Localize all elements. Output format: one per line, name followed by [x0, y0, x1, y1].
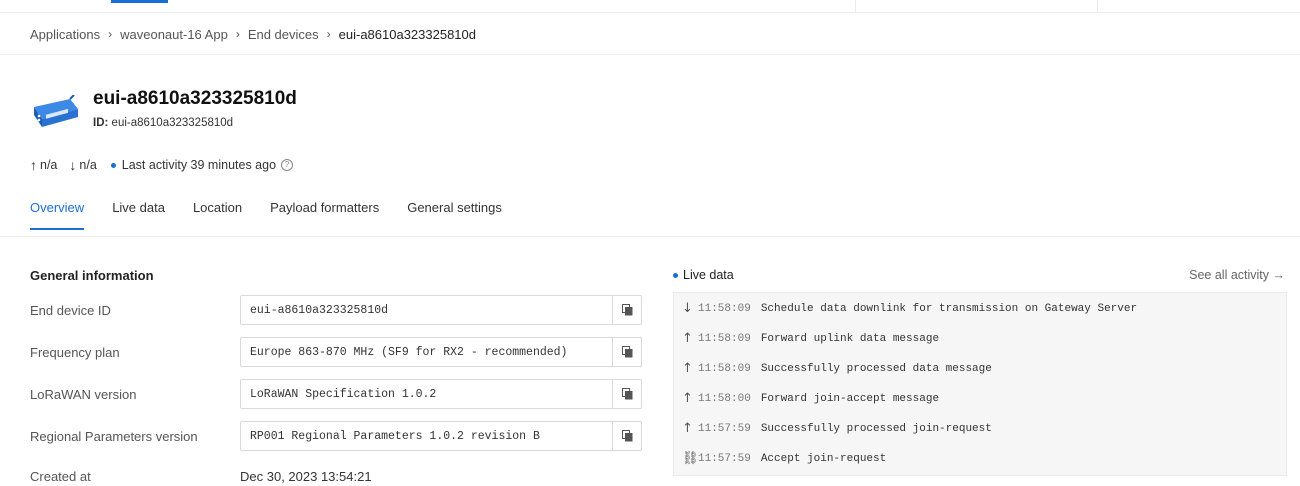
- device-icon: [34, 95, 78, 127]
- copy-icon: [621, 430, 632, 442]
- copy-button[interactable]: [612, 422, 641, 450]
- event-time: 11:57:59: [698, 452, 751, 465]
- chevron-right-icon: ›: [326, 27, 331, 41]
- breadcrumb-applications[interactable]: Applications: [30, 27, 100, 42]
- arrow-up-icon: ↑: [682, 331, 693, 346]
- field-label: End device ID: [30, 302, 111, 318]
- uplink-count: n/a: [40, 158, 58, 172]
- tab-general-settings[interactable]: General settings: [407, 200, 502, 228]
- copy-button[interactable]: [612, 296, 641, 324]
- field-label: Created at: [30, 468, 91, 484]
- field-value[interactable]: eui-a8610a323325810d: [241, 304, 612, 317]
- tab-overview[interactable]: Overview: [30, 200, 85, 230]
- event-time: 11:57:59: [698, 422, 751, 435]
- event-message: Accept join-request: [760, 452, 887, 465]
- top-nav-bar: [0, 0, 1300, 13]
- breadcrumb-current-device: eui-a8610a323325810d: [338, 26, 476, 42]
- general-information-heading: General information: [30, 268, 154, 283]
- breadcrumb-app[interactable]: waveonaut-16 App: [120, 27, 228, 42]
- event-message: Forward join-accept message: [760, 392, 940, 405]
- downlink-count: n/a: [79, 158, 97, 172]
- link-icon: ⛓: [682, 451, 699, 466]
- regional-parameters-version-field: RP001 Regional Parameters 1.0.2 revision…: [240, 421, 642, 451]
- field-value[interactable]: Europe 863-870 MHz (SF9 for RX2 - recomm…: [241, 346, 612, 359]
- status-dot-icon: [673, 272, 678, 278]
- field-row-lorawan-version: LoRaWAN version LoRaWAN Specification 1.…: [30, 379, 642, 409]
- event-time: 11:58:09: [698, 362, 751, 375]
- event-row[interactable]: ↑ 11:58:09 Successfully processed data m…: [682, 361, 992, 376]
- device-stats: ↑ n/a ↓ n/a Last activity 39 minutes ago…: [30, 157, 305, 173]
- tab-payload-formatters[interactable]: Payload formatters: [270, 200, 379, 228]
- field-label: Frequency plan: [30, 344, 120, 360]
- live-data-panel: ↓ 11:58:09 Schedule data downlink for tr…: [673, 292, 1287, 476]
- event-message: Successfully processed data message: [760, 362, 992, 375]
- field-row-regional-parameters-version: Regional Parameters version RP001 Region…: [30, 421, 642, 451]
- tabs-divider: [0, 236, 1300, 237]
- uplink-stat: ↑ n/a: [30, 157, 57, 173]
- event-row[interactable]: ↓ 11:58:09 Schedule data downlink for tr…: [682, 301, 1137, 316]
- breadcrumb: Applications › waveonaut-16 App › End de…: [30, 25, 476, 43]
- device-id-value: eui-a8610a323325810d: [111, 117, 234, 129]
- see-all-activity-link[interactable]: See all activity →: [1189, 268, 1285, 282]
- event-time: 11:58:09: [698, 332, 751, 345]
- field-value[interactable]: LoRaWAN Specification 1.0.2: [241, 388, 612, 401]
- copy-icon: [621, 388, 632, 400]
- event-message: Schedule data downlink for transmission …: [760, 302, 1138, 315]
- tab-location[interactable]: Location: [193, 200, 242, 228]
- arrow-up-icon: ↑: [682, 361, 693, 376]
- last-activity: Last activity 39 minutes ago ?: [109, 158, 294, 172]
- field-row-frequency-plan: Frequency plan Europe 863-870 MHz (SF9 f…: [30, 337, 642, 367]
- event-message: Forward uplink data message: [760, 332, 940, 345]
- top-nav-separator: [855, 0, 856, 12]
- event-row[interactable]: ↑ 11:58:09 Forward uplink data message: [682, 331, 939, 346]
- device-id-label: ID:: [93, 117, 109, 129]
- tab-bar: Overview Live data Location Payload form…: [30, 200, 530, 230]
- copy-icon: [621, 304, 632, 316]
- event-time: 11:58:09: [698, 302, 751, 315]
- field-label: Regional Parameters version: [30, 428, 198, 444]
- last-activity-text: Last activity 39 minutes ago: [121, 158, 277, 172]
- header-divider: [0, 54, 1300, 55]
- help-icon[interactable]: ?: [281, 159, 294, 171]
- field-row-created-at: Created at Dec 30, 2023 13:54:21: [30, 466, 642, 486]
- page-title: eui-a8610a323325810d: [93, 88, 297, 109]
- copy-button[interactable]: [612, 380, 641, 408]
- live-data-title: Live data: [673, 268, 734, 282]
- field-label: LoRaWAN version: [30, 386, 137, 402]
- event-row[interactable]: ⛓ 11:57:59 Accept join-request: [682, 451, 886, 466]
- breadcrumb-end-devices[interactable]: End devices: [248, 27, 319, 42]
- live-data-heading: Live data: [683, 268, 734, 282]
- event-row[interactable]: ↑ 11:57:59 Successfully processed join-r…: [682, 421, 992, 436]
- field-value[interactable]: RP001 Regional Parameters 1.0.2 revision…: [241, 430, 612, 443]
- status-dot-icon: [110, 162, 116, 168]
- top-nav-active-indicator: [111, 0, 168, 3]
- top-nav-separator: [1097, 0, 1098, 12]
- arrow-up-icon: ↑: [682, 391, 693, 406]
- chevron-right-icon: ›: [235, 27, 240, 41]
- arrow-down-icon: ↓: [69, 157, 77, 173]
- field-row-end-device-id: End device ID eui-a8610a323325810d: [30, 295, 642, 325]
- event-message: Successfully processed join-request: [760, 422, 992, 435]
- arrow-up-icon: ↑: [682, 421, 693, 436]
- copy-button[interactable]: [612, 338, 641, 366]
- lorawan-version-field: LoRaWAN Specification 1.0.2: [240, 379, 642, 409]
- tab-live-data[interactable]: Live data: [112, 200, 165, 228]
- arrow-up-icon: ↑: [30, 157, 37, 173]
- device-id-subtitle: ID: eui-a8610a323325810d: [93, 117, 233, 129]
- arrow-down-icon: ↓: [682, 301, 693, 316]
- end-device-id-field: eui-a8610a323325810d: [240, 295, 642, 325]
- event-time: 11:58:00: [698, 392, 751, 405]
- copy-icon: [621, 346, 632, 358]
- created-at-value: Dec 30, 2023 13:54:21: [240, 468, 372, 484]
- live-data-header: Live data See all activity →: [673, 268, 1285, 282]
- frequency-plan-field: Europe 863-870 MHz (SF9 for RX2 - recomm…: [240, 337, 642, 367]
- downlink-stat: ↓ n/a: [69, 157, 96, 173]
- chevron-right-icon: ›: [108, 27, 113, 41]
- event-row[interactable]: ↑ 11:58:00 Forward join-accept message: [682, 391, 939, 406]
